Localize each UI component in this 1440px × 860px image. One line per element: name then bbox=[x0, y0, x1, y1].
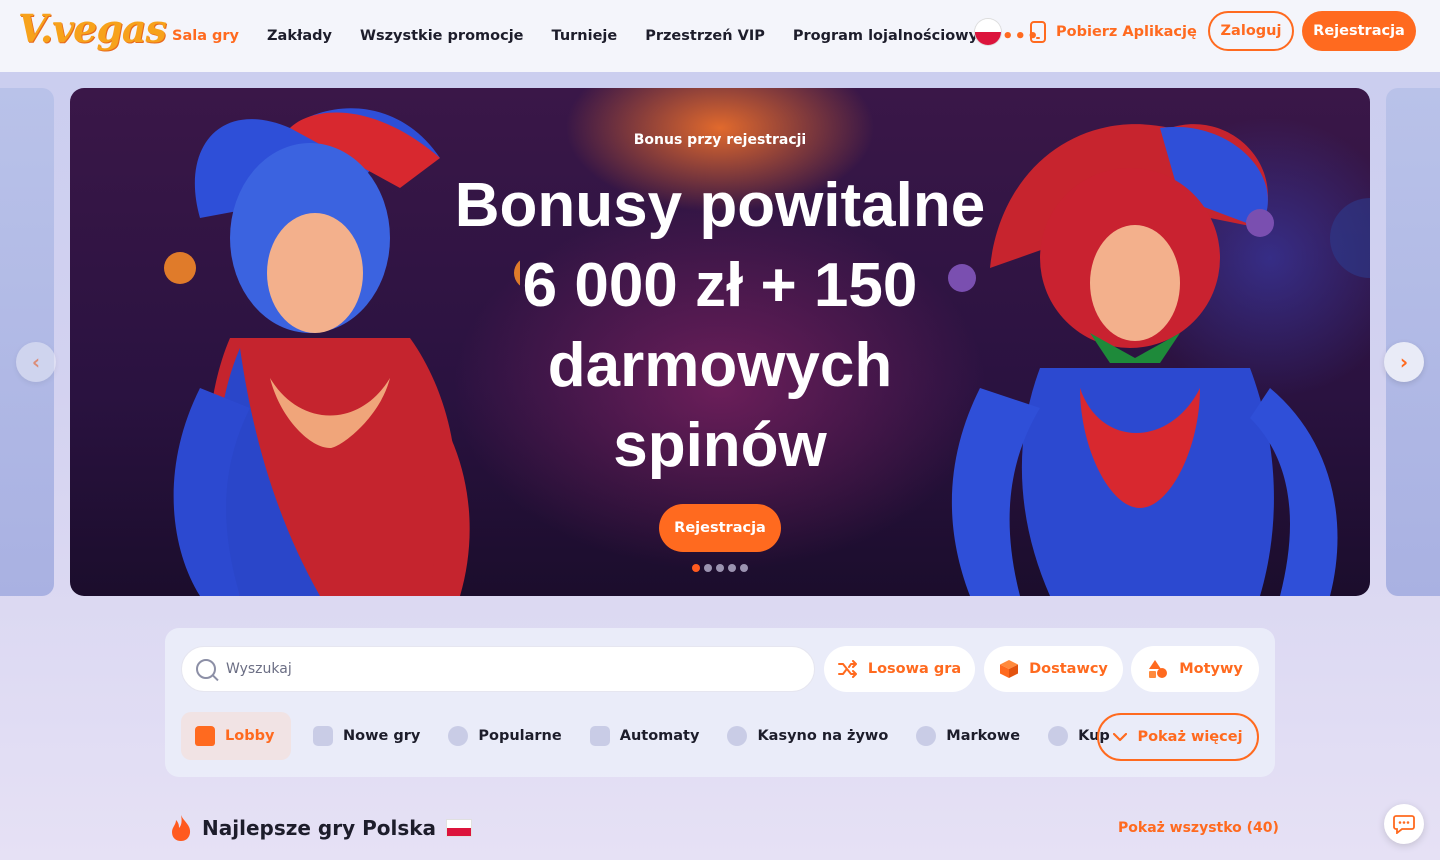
category-slots[interactable]: Automaty bbox=[576, 712, 714, 760]
prev-slide-peek bbox=[0, 88, 54, 596]
category-tabs: Lobby Nowe gry Popularne Automaty Kasyno… bbox=[181, 712, 1124, 760]
chat-icon bbox=[1393, 815, 1415, 834]
banner-title-line: darmowych bbox=[547, 331, 893, 400]
themes-button[interactable]: Motywy bbox=[1131, 646, 1259, 692]
random-game-button[interactable]: Losowa gra bbox=[824, 646, 975, 692]
top-header: V.vegas Sala gry Zakłady Wszystkie promo… bbox=[0, 0, 1440, 72]
heart-icon bbox=[448, 726, 469, 746]
poland-flag-icon bbox=[446, 819, 473, 837]
download-app-label: Pobierz Aplikację bbox=[1056, 24, 1197, 40]
language-flag-icon[interactable] bbox=[975, 19, 1001, 45]
category-live-casino[interactable]: Kasyno na żywo bbox=[713, 712, 902, 760]
promo-banner: Bonus przy rejestracji Bonusy powitalne … bbox=[70, 88, 1370, 596]
fire-icon bbox=[172, 815, 191, 841]
carousel-dots bbox=[692, 564, 748, 572]
providers-label: Dostawcy bbox=[1029, 661, 1108, 677]
providers-button[interactable]: Dostawcy bbox=[984, 646, 1123, 692]
next-slide-peek bbox=[1386, 88, 1440, 596]
category-popular[interactable]: Popularne bbox=[434, 712, 575, 760]
box-icon bbox=[1000, 660, 1019, 678]
chevron-right-icon: › bbox=[1399, 350, 1409, 374]
category-label: Lobby bbox=[225, 728, 275, 744]
nav-item-promocje[interactable]: Wszystkie promocje bbox=[360, 28, 524, 44]
nav-item-vip[interactable]: Przestrzeń VIP bbox=[645, 28, 765, 44]
themes-label: Motywy bbox=[1179, 661, 1243, 677]
banner-title: Bonusy powitalne 6 000 zł + 150 darmowyc… bbox=[70, 166, 1370, 486]
carousel-prev-button[interactable]: ‹ bbox=[16, 342, 56, 382]
category-branded[interactable]: Markowe bbox=[902, 712, 1034, 760]
palette-icon bbox=[916, 726, 937, 746]
carousel-dot[interactable] bbox=[728, 564, 736, 572]
chevron-left-icon: ‹ bbox=[31, 350, 41, 374]
section-header: Najlepsze gry Polska bbox=[170, 814, 473, 842]
carousel-dot[interactable] bbox=[716, 564, 724, 572]
nav-item-zaklady[interactable]: Zakłady bbox=[267, 28, 332, 44]
chat-button[interactable] bbox=[1384, 804, 1424, 844]
category-label: Markowe bbox=[946, 728, 1021, 744]
show-more-label: Pokaż więcej bbox=[1137, 729, 1243, 745]
nav-item-turnieje[interactable]: Turnieje bbox=[552, 28, 618, 44]
shapes-icon bbox=[1149, 660, 1168, 678]
new-icon bbox=[313, 726, 333, 746]
section-title-text: Najlepsze gry Polska bbox=[202, 816, 437, 840]
category-lobby[interactable]: Lobby bbox=[181, 712, 291, 760]
nav-item-sala-gry[interactable]: Sala gry bbox=[172, 28, 239, 44]
category-label: Popularne bbox=[478, 728, 562, 744]
random-game-label: Losowa gra bbox=[867, 661, 962, 677]
download-app-link[interactable]: Pobierz Aplikację bbox=[1030, 19, 1197, 45]
brand-logo[interactable]: V.vegas bbox=[18, 6, 167, 51]
main-nav: Sala gry Zakłady Wszystkie promocje Turn… bbox=[172, 0, 1040, 72]
nav-item-lojalnosc[interactable]: Program lojalnościowy bbox=[793, 28, 978, 44]
carousel-dot[interactable] bbox=[704, 564, 712, 572]
chevron-down-icon bbox=[1113, 732, 1128, 741]
game-filter-panel: Losowa gra Dostawcy Motywy Lobby Nowe gr… bbox=[165, 628, 1275, 777]
category-label: Kasyno na żywo bbox=[757, 728, 889, 744]
shuffle-icon bbox=[837, 660, 857, 678]
search-icon bbox=[196, 659, 216, 679]
category-new-games[interactable]: Nowe gry bbox=[299, 712, 434, 760]
register-button[interactable]: Rejestracja bbox=[1302, 11, 1416, 51]
banner-title-line: Bonusy powitalne bbox=[454, 171, 986, 240]
live-icon bbox=[727, 726, 748, 746]
banner-register-button[interactable]: Rejestracja bbox=[659, 504, 781, 552]
banner-title-line: 6 000 zł + 150 bbox=[522, 251, 918, 320]
phone-icon bbox=[1030, 21, 1046, 43]
category-label: Automaty bbox=[619, 728, 700, 744]
show-all-link[interactable]: Pokaż wszystko (40) bbox=[1118, 820, 1279, 836]
carousel-dot[interactable] bbox=[692, 564, 700, 572]
banner-subtitle: Bonus przy rejestracji bbox=[633, 132, 807, 148]
slot-icon bbox=[589, 726, 610, 746]
show-more-button[interactable]: Pokaż więcej bbox=[1097, 713, 1259, 761]
carousel-next-button[interactable]: › bbox=[1384, 342, 1424, 382]
login-button[interactable]: Zaloguj bbox=[1208, 11, 1294, 51]
category-label: Nowe gry bbox=[343, 728, 421, 744]
search-box[interactable] bbox=[181, 646, 815, 692]
carousel-dot[interactable] bbox=[740, 564, 748, 572]
coin-icon bbox=[1048, 726, 1069, 746]
home-icon bbox=[195, 726, 215, 746]
banner-title-line: spinów bbox=[613, 411, 827, 480]
search-input[interactable] bbox=[226, 661, 786, 677]
